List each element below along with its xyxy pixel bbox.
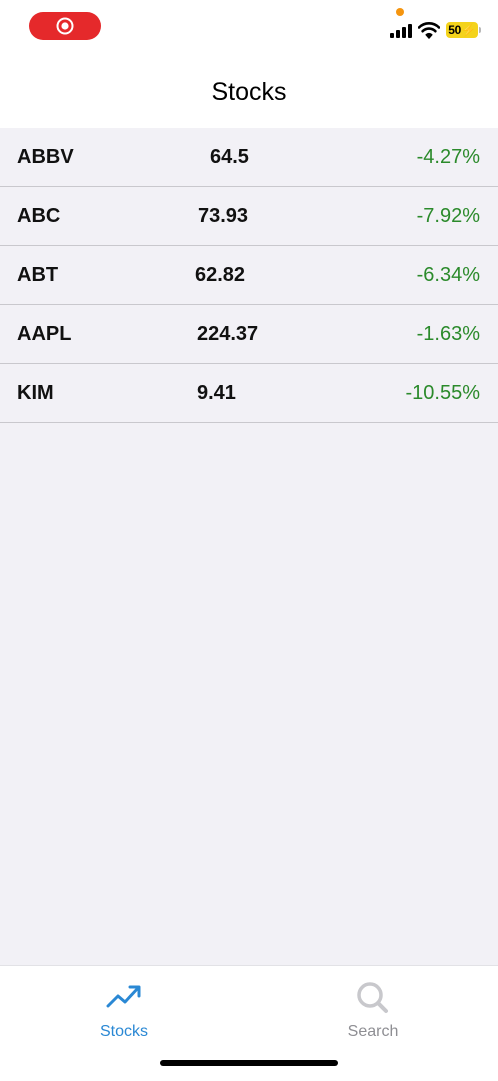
tab-stocks-label: Stocks bbox=[99, 1023, 148, 1040]
stock-row[interactable]: KIM 9.41 -10.55% bbox=[0, 364, 498, 423]
stock-price: 62.82 bbox=[195, 264, 246, 286]
stock-row[interactable]: ABT 62.82 -6.34% bbox=[0, 246, 498, 305]
stock-change: -7.92% bbox=[416, 205, 480, 227]
stock-list: ABBV 64.5 -4.27% ABC 73.93 -7.92% ABT 62… bbox=[0, 128, 498, 423]
stock-change: -4.27% bbox=[416, 146, 480, 168]
screen-record-indicator[interactable] bbox=[29, 12, 101, 40]
wifi-icon bbox=[418, 22, 440, 39]
stock-ticker: ABT bbox=[17, 264, 59, 286]
stock-ticker: KIM bbox=[17, 382, 54, 404]
battery-tip bbox=[479, 27, 481, 33]
screen-record-icon bbox=[56, 17, 74, 35]
search-icon bbox=[357, 982, 388, 1013]
stock-row[interactable]: AAPL 224.37 -1.63% bbox=[0, 305, 498, 364]
stock-row[interactable]: ABBV 64.5 -4.27% bbox=[0, 128, 498, 187]
privacy-indicator-dot bbox=[396, 8, 404, 16]
stock-ticker: ABBV bbox=[17, 146, 74, 168]
tab-stocks[interactable]: Stocks bbox=[54, 966, 194, 1046]
trending-up-icon bbox=[106, 985, 141, 1008]
page-title: Stocks bbox=[211, 78, 287, 106]
status-bar: 50 ⚡ bbox=[0, 0, 498, 52]
nav-header: Stocks bbox=[0, 52, 498, 128]
stock-change: -10.55% bbox=[405, 382, 481, 404]
battery-level: 50 bbox=[448, 23, 462, 37]
battery-charging-icon: 50 ⚡ bbox=[446, 22, 478, 38]
stock-price: 73.93 bbox=[198, 205, 249, 227]
stock-ticker: ABC bbox=[17, 205, 61, 227]
stock-price: 224.37 bbox=[197, 323, 259, 345]
stock-row[interactable]: ABC 73.93 -7.92% bbox=[0, 187, 498, 246]
home-indicator[interactable] bbox=[160, 1060, 338, 1066]
stock-change: -1.63% bbox=[416, 323, 480, 345]
stock-ticker: AAPL bbox=[17, 323, 72, 345]
tab-search-label: Search bbox=[347, 1023, 399, 1040]
stock-price: 9.41 bbox=[197, 382, 236, 404]
stock-price: 64.5 bbox=[210, 146, 249, 168]
tab-search[interactable]: Search bbox=[303, 966, 443, 1046]
cellular-signal-icon bbox=[390, 24, 412, 38]
stock-change: -6.34% bbox=[416, 264, 480, 286]
bolt-icon: ⚡ bbox=[461, 23, 476, 37]
